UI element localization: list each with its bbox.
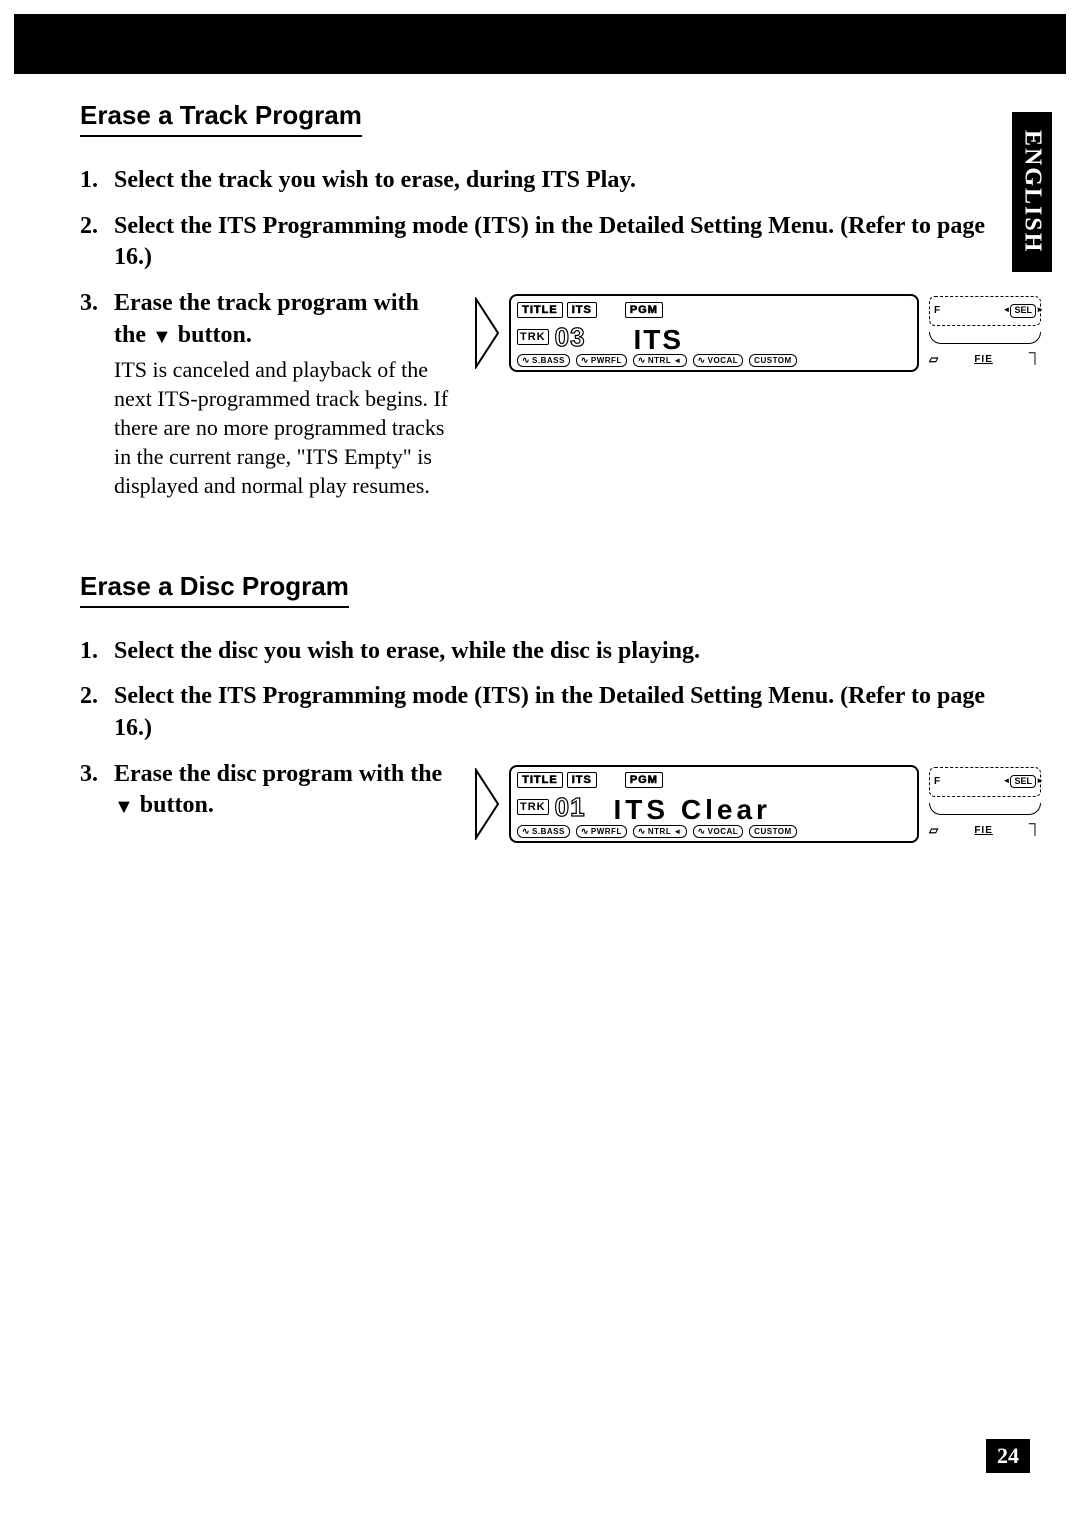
lcd-row-main: TRK 01 ITS Clear bbox=[517, 792, 911, 822]
left-glyph-icon: ▱ bbox=[929, 823, 938, 839]
lcd-fie-indicator: FIE bbox=[974, 353, 993, 366]
lcd-tag-its: ITS bbox=[567, 302, 597, 318]
down-triangle-icon: ▼ bbox=[114, 794, 134, 820]
top-black-bar bbox=[14, 14, 1066, 74]
step-1: Select the disc you wish to erase, while… bbox=[80, 636, 985, 668]
section-erase-track: Erase a Track Program Select the track y… bbox=[80, 100, 985, 501]
lcd-tag-title: TITLE bbox=[517, 302, 563, 318]
lcd-chip-ntrl: ∿NTRL◄ bbox=[633, 825, 687, 838]
lcd-right-bottom: ▱ FIE ⏋ bbox=[929, 821, 1041, 841]
lcd-row-tags: TITLE ITS PGM bbox=[517, 300, 911, 320]
step-head: Select the disc you wish to erase, while… bbox=[114, 638, 700, 664]
lcd-right-mid bbox=[929, 802, 1041, 816]
lcd-right-bottom: ▱ FIE ⏋ bbox=[929, 350, 1041, 370]
left-glyph-icon: ▱ bbox=[929, 352, 938, 368]
lcd-chip-custom: CUSTOM bbox=[749, 825, 797, 838]
lcd-tag-pgm: PGM bbox=[625, 302, 663, 318]
pointer-icon bbox=[473, 294, 503, 372]
step-1: Select the track you wish to erase, duri… bbox=[80, 165, 985, 197]
lcd-chip-ntrl: ∿NTRL◄ bbox=[633, 354, 687, 367]
step-row-with-figure: Erase the disc program with the ▼ button… bbox=[114, 759, 985, 843]
lcd-fie-indicator: FIE bbox=[974, 824, 993, 837]
lcd-f-indicator: F bbox=[934, 775, 940, 788]
lcd-display: TITLE ITS PGM TRK 01 ITS Clear bbox=[509, 765, 919, 843]
step-3: Erase the disc program with the ▼ button… bbox=[80, 759, 985, 843]
lcd-trk-label: TRK bbox=[517, 329, 549, 345]
step-head: Select the ITS Programming mode (ITS) in… bbox=[114, 683, 985, 741]
lcd-display: TITLE ITS PGM TRK 03 ITS bbox=[509, 294, 919, 372]
lcd-sel-indicator: SEL bbox=[1010, 304, 1036, 318]
lcd-right-mid bbox=[929, 331, 1041, 345]
lcd-chip-sbass: ∿S.BASS bbox=[517, 354, 570, 367]
lcd-right-top: F SEL bbox=[929, 767, 1041, 797]
right-glyph-icon: ⏋ bbox=[1029, 352, 1041, 368]
language-tab-label: ENGLISH bbox=[1019, 130, 1046, 253]
step-row-with-figure: Erase the track program with the ▼ butto… bbox=[114, 288, 985, 501]
lcd-trk-label: TRK bbox=[517, 799, 549, 815]
step-text-column: Erase the track program with the ▼ butto… bbox=[114, 288, 449, 501]
lcd-sel-indicator: SEL bbox=[1010, 775, 1036, 789]
lcd-right-top: F SEL bbox=[929, 296, 1041, 326]
lcd-tag-its: ITS bbox=[567, 772, 597, 788]
right-glyph-icon: ⏋ bbox=[1029, 823, 1041, 839]
step-2: Select the ITS Programming mode (ITS) in… bbox=[80, 211, 985, 274]
lcd-f-indicator: F bbox=[934, 304, 940, 317]
lcd-tag-title: TITLE bbox=[517, 772, 563, 788]
down-triangle-icon: ▼ bbox=[152, 324, 172, 350]
lcd-chip-custom: CUSTOM bbox=[749, 354, 797, 367]
section-title: Erase a Disc Program bbox=[80, 571, 349, 608]
lcd-chip-vocal: ∿VOCAL bbox=[693, 354, 744, 367]
step-body: ITS is canceled and playback of the next… bbox=[114, 355, 449, 500]
steps-list: Select the disc you wish to erase, while… bbox=[80, 636, 985, 843]
section-title: Erase a Track Program bbox=[80, 100, 362, 137]
lcd-row-chips: ∿S.BASS ∿PWRFL ∿NTRL◄ ∿VOCAL CUSTOM bbox=[517, 354, 911, 368]
step-2: Select the ITS Programming mode (ITS) in… bbox=[80, 681, 985, 744]
lcd-tag-pgm: PGM bbox=[625, 772, 663, 788]
content-area: Erase a Track Program Select the track y… bbox=[80, 100, 985, 913]
step-head-part-b: button. bbox=[172, 322, 252, 348]
page-number: 24 bbox=[986, 1439, 1030, 1473]
lcd-right-panel: F SEL ▱ FIE ⏋ bbox=[925, 294, 1045, 372]
step-head: Select the track you wish to erase, duri… bbox=[114, 167, 636, 193]
lcd-row-chips: ∿S.BASS ∿PWRFL ∿NTRL◄ ∿VOCAL CUSTOM bbox=[517, 824, 911, 838]
step-head-part-b: button. bbox=[134, 792, 214, 818]
lcd-figure-1: TITLE ITS PGM TRK 03 ITS bbox=[473, 294, 1045, 372]
steps-list: Select the track you wish to erase, duri… bbox=[80, 165, 985, 501]
language-tab: ENGLISH bbox=[1012, 112, 1052, 272]
lcd-chip-vocal: ∿VOCAL bbox=[693, 825, 744, 838]
lcd-figure-2: TITLE ITS PGM TRK 01 ITS Clear bbox=[473, 765, 1045, 843]
manual-page: ENGLISH Erase a Track Program Select the… bbox=[0, 0, 1080, 1533]
pointer-icon bbox=[473, 765, 503, 843]
lcd-row-tags: TITLE ITS PGM bbox=[517, 771, 911, 791]
step-3: Erase the track program with the ▼ butto… bbox=[80, 288, 985, 501]
arc-icon bbox=[929, 803, 1041, 815]
lcd-trk-number: 03 bbox=[555, 320, 586, 354]
lcd-row-main: TRK 03 ITS bbox=[517, 322, 911, 352]
arc-icon bbox=[929, 332, 1041, 344]
step-head: Select the ITS Programming mode (ITS) in… bbox=[114, 213, 985, 271]
step-text-column: Erase the disc program with the ▼ button… bbox=[114, 759, 449, 822]
step-head-part-a: Erase the disc program with the bbox=[114, 761, 442, 787]
lcd-chip-pwrfl: ∿PWRFL bbox=[576, 825, 627, 838]
section-erase-disc: Erase a Disc Program Select the disc you… bbox=[80, 571, 985, 843]
lcd-chip-pwrfl: ∿PWRFL bbox=[576, 354, 627, 367]
lcd-trk-number: 01 bbox=[555, 790, 586, 824]
lcd-chip-sbass: ∿S.BASS bbox=[517, 825, 570, 838]
lcd-right-panel: F SEL ▱ FIE ⏋ bbox=[925, 765, 1045, 843]
